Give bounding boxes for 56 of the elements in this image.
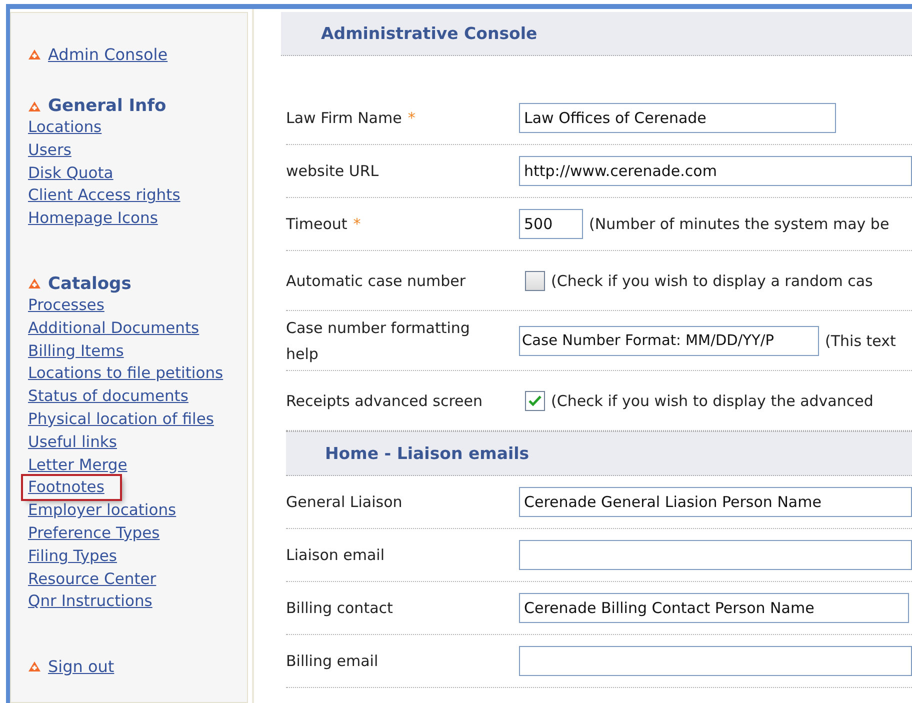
check-icon xyxy=(528,394,542,406)
sidebar-link[interactable]: Qnr Instructions xyxy=(28,590,152,614)
text-field[interactable]: Cerenade General Liasion Person Name xyxy=(519,487,912,517)
sidebar-link[interactable]: Users xyxy=(28,138,72,162)
field-hint: (Number of minutes the system may be xyxy=(589,215,890,233)
sidebar-link[interactable]: Client Access rights xyxy=(28,184,180,208)
field-label: Receipts advanced screen xyxy=(286,392,483,410)
text-field[interactable]: Law Offices of Cerenade xyxy=(519,103,836,133)
field-hint: (Check if you wish to display the advanced xyxy=(551,392,874,410)
required-mark: * xyxy=(353,215,361,233)
sidebar-link[interactable]: Disk Quota xyxy=(28,162,114,184)
sidebar-link[interactable]: Preference Types xyxy=(28,522,160,545)
checkbox[interactable] xyxy=(525,390,545,410)
text-field[interactable] xyxy=(519,540,912,570)
text-field[interactable] xyxy=(519,646,912,676)
sidebar-link[interactable]: Homepage Icons xyxy=(28,207,158,230)
sidebar-link[interactable]: Locations xyxy=(28,116,102,139)
sidebar-link[interactable]: Sign out xyxy=(48,657,114,676)
sidebar-link[interactable]: Processes xyxy=(28,294,104,317)
sidebar-link[interactable]: Filing Types xyxy=(28,544,117,568)
checkbox[interactable] xyxy=(525,270,545,290)
sidebar-link[interactable]: Billing Items xyxy=(28,340,124,362)
field-label: Billing email xyxy=(286,652,378,670)
section-heading: General Info xyxy=(48,96,166,116)
expand-icon xyxy=(28,278,41,290)
field-label: Billing contact xyxy=(286,599,393,617)
expand-icon xyxy=(28,49,41,60)
text-field[interactable]: http://www.cerenade.com xyxy=(519,156,912,186)
expand-icon xyxy=(28,100,41,112)
required-mark: * xyxy=(408,109,416,127)
text-field[interactable]: Case Number Format: MM/DD/YY/P xyxy=(519,326,819,356)
field-label: Law Firm Name xyxy=(286,109,402,127)
sidebar-link[interactable]: Employer locations xyxy=(28,499,176,522)
expand-icon xyxy=(28,661,41,672)
text-field[interactable]: Cerenade Billing Contact Person Name xyxy=(519,593,909,623)
field-label: General Liaison xyxy=(286,493,402,511)
sidebar-link[interactable]: Locations to file petitions xyxy=(28,362,224,386)
sidebar-link[interactable]: Admin Console xyxy=(48,45,168,64)
sidebar-link[interactable]: Resource Center xyxy=(28,568,156,590)
section-header: Home - Liaison emails xyxy=(286,431,912,476)
section-header: Administrative Console xyxy=(281,12,912,56)
field-label: Case number formatting help xyxy=(286,318,470,362)
sidebar-link[interactable]: Useful links xyxy=(28,430,117,454)
sidebar-link[interactable]: Physical location of files xyxy=(28,408,214,431)
section-heading: Catalogs xyxy=(48,274,132,294)
sidebar-link[interactable]: Letter Merge xyxy=(28,454,128,476)
field-hint: (This text xyxy=(825,332,896,350)
text-field[interactable]: 500 xyxy=(519,209,583,239)
field-label: Automatic case number xyxy=(286,272,466,290)
sidebar-link[interactable]: Footnotes xyxy=(23,476,120,500)
sidebar-link[interactable]: Additional Documents xyxy=(28,316,200,340)
field-label: Liaison email xyxy=(286,546,385,564)
field-label: Timeout xyxy=(286,215,348,233)
field-hint: (Check if you wish to display a random cas xyxy=(551,272,873,290)
sidebar-link[interactable]: Status of documents xyxy=(28,385,188,408)
field-label: website URL xyxy=(286,162,379,180)
